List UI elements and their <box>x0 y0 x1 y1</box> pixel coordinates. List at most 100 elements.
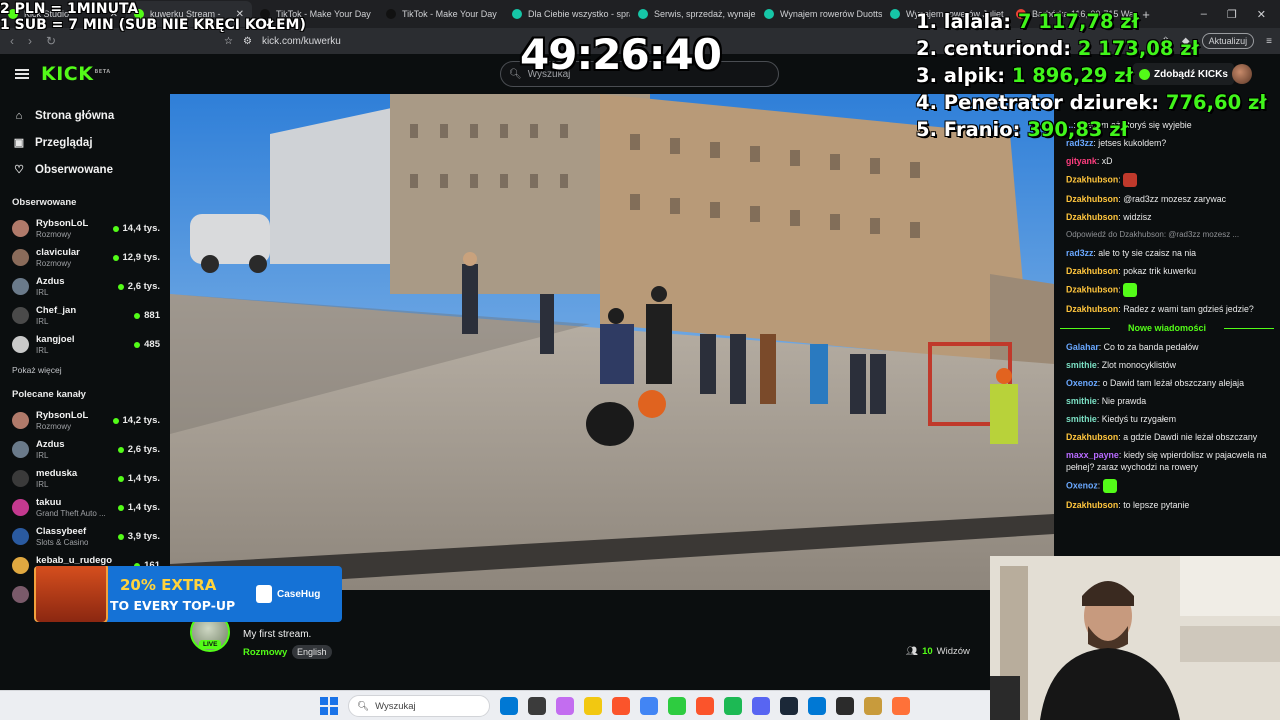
leaderboard-space <box>937 118 944 141</box>
sidebar-channel-item[interactable]: clavicular Rozmowy 12,9 tys. <box>0 243 170 272</box>
browser-tab[interactable]: TikTok - Make Your Day✕ <box>378 1 504 27</box>
chat-username[interactable]: smithie <box>1066 360 1097 370</box>
chat-username[interactable]: Galahar <box>1066 342 1099 352</box>
chat-username[interactable]: Dzakhubson <box>1066 284 1118 294</box>
chat-text: Radez z wami tam gdzieś jedzie? <box>1123 304 1254 314</box>
promo-banner[interactable]: 20% EXTRA TO EVERY TOP-UP CaseHug <box>34 566 342 622</box>
chat-message: Dzakhubson: pokaz trik kuwerku <box>1054 262 1280 280</box>
chat-emote-icon <box>1123 173 1138 187</box>
leaderboard-name: Penetrator dziurek: <box>943 91 1160 114</box>
sidebar-channel-item[interactable]: Azdus IRL 2,6 tys. <box>0 272 170 301</box>
sidebar-channel-item[interactable]: takuu Grand Theft Auto ... 1,4 tys. <box>0 493 170 522</box>
chat-username[interactable]: Dzakhubson <box>1066 432 1118 442</box>
channel-meta: Classybeef Slots & Casino <box>36 526 88 548</box>
menu-icon[interactable]: ≡ <box>1266 36 1272 47</box>
taskbar-app-icon[interactable] <box>556 697 574 715</box>
sidebar-channel-item[interactable]: kangjoel IRL 485 <box>0 330 170 359</box>
chat-username[interactable]: Oxenoz <box>1066 480 1098 490</box>
live-dot-icon <box>112 225 119 232</box>
chat-username[interactable]: smithie <box>1066 414 1097 424</box>
viewers-icon: 👥︎ <box>906 646 919 657</box>
back-icon[interactable]: ‹ <box>10 34 14 48</box>
chat-username[interactable]: Dzakhubson <box>1066 174 1118 184</box>
sidebar-channel-item[interactable]: RybsonLoL Rozmowy 14,4 tys. <box>0 214 170 243</box>
new-messages-divider: Nowe wiadomości <box>1054 318 1280 338</box>
chat-username[interactable]: rad3zz <box>1066 248 1093 258</box>
leaderboard-rank: 1. <box>916 10 937 33</box>
chat-username[interactable]: gityank <box>1066 156 1097 166</box>
chat-message: smithie: Kiedyś tu rzygałem <box>1054 410 1280 428</box>
browse-icon: ▣ <box>13 137 25 149</box>
taskbar-app-icon[interactable] <box>808 697 826 715</box>
taskbar-app-icon[interactable] <box>696 697 714 715</box>
site-info-icon[interactable]: ⚙ <box>243 36 252 47</box>
sidebar-nav-item[interactable]: ♡ Obserwowane <box>0 156 170 183</box>
chat-username[interactable]: Dzakhubson <box>1066 266 1118 276</box>
chat-username[interactable]: Dzakhubson <box>1066 194 1118 204</box>
leaderboard-row: 1. lalala: 7 117,78 zł <box>916 8 1267 35</box>
windows-start-icon[interactable] <box>320 697 338 715</box>
sidebar-channel-item[interactable]: RybsonLoL Rozmowy 14,2 tys. <box>0 406 170 435</box>
taskbar-app-icon[interactable] <box>668 697 686 715</box>
chat-username[interactable]: Dzakhubson <box>1066 212 1118 222</box>
forward-icon[interactable]: › <box>28 34 32 48</box>
reload-icon[interactable]: ↻ <box>46 34 56 48</box>
chat-reply-context: Odpowiedź do Dzakhubson: @rad3zz mozesz … <box>1066 230 1240 239</box>
browser-tab[interactable]: Dla Ciebie wszystko - spra✕ <box>504 1 630 27</box>
taskbar-app-icon[interactable] <box>752 697 770 715</box>
taskbar-app-icon[interactable] <box>528 697 546 715</box>
tab-favicon-icon <box>764 9 774 19</box>
sidebar-channel-item[interactable]: Chef_jan IRL 881 <box>0 301 170 330</box>
sidebar-nav-item[interactable]: ▣ Przeglądaj <box>0 129 170 156</box>
taskbar-app-icon[interactable] <box>864 697 882 715</box>
channel-name: kangjoel <box>36 333 75 345</box>
treasure-chest-icon <box>34 566 108 622</box>
taskbar-app-icon[interactable] <box>584 697 602 715</box>
taskbar-app-icon[interactable] <box>836 697 854 715</box>
taskbar-app-icon[interactable] <box>500 697 518 715</box>
show-more-link[interactable]: Pokaż więcej <box>0 365 170 375</box>
channel-name: meduska <box>36 467 78 479</box>
taskbar-app-icon[interactable] <box>724 697 742 715</box>
chat-username[interactable]: Dzakhubson <box>1066 500 1118 510</box>
url-field[interactable]: ☆ ⚙ kick.com/kuwerku <box>224 36 341 47</box>
tab-label: Wynajem rowerów Duotts <box>780 9 882 19</box>
leaderboard-name: alpik: <box>943 64 1006 87</box>
chat-text: ale to ty sie czaisz na nia <box>1098 248 1197 258</box>
taskbar-app-icon[interactable] <box>892 697 910 715</box>
chat-username[interactable]: smithie <box>1066 396 1097 406</box>
casehug-name: CaseHug <box>277 588 321 600</box>
channel-avatar <box>12 336 29 353</box>
stream-category-link[interactable]: Rozmowy <box>243 647 287 658</box>
sidebar-nav-label: Obserwowane <box>35 163 113 176</box>
taskbar-app-icon[interactable] <box>780 697 798 715</box>
chat-messages: ...: czekam aż ktoryś się wyjebie rad3zz:… <box>1054 116 1280 514</box>
chat-username[interactable]: maxx_payne <box>1066 450 1119 460</box>
language-tag[interactable]: English <box>292 645 332 659</box>
channel-name: Azdus <box>36 438 65 450</box>
sidebar-channel-item[interactable]: Classybeef Slots & Casino 3,9 tys. <box>0 522 170 551</box>
leaderboard-name: centuriond: <box>943 37 1071 60</box>
channel-meta: Azdus IRL <box>36 276 65 298</box>
chat-emote-icon <box>1102 479 1117 493</box>
bookmark-icon[interactable]: ☆ <box>224 36 233 47</box>
taskbar-search-input[interactable]: 🔍︎ Wyszukaj <box>348 695 490 717</box>
sidebar-channel-item[interactable]: meduska IRL 1,4 tys. <box>0 464 170 493</box>
browser-tab[interactable]: Wynajem rowerów Duotts✕ <box>756 1 882 27</box>
channel-avatar <box>12 220 29 237</box>
taskbar-app-icon[interactable] <box>612 697 630 715</box>
chat-message: smithie: Zlot monocyklistów <box>1054 356 1280 374</box>
sidebar-channel-item[interactable]: Azdus IRL 2,6 tys. <box>0 435 170 464</box>
channel-viewers: 3,9 tys. <box>117 531 160 542</box>
chat-emote-icon <box>1123 283 1138 297</box>
recommended-title: Polecane kanały <box>12 389 86 400</box>
video-player[interactable] <box>170 94 1054 590</box>
sidebar-nav-item[interactable]: ⌂ Strona główna <box>0 102 170 129</box>
hamburger-icon[interactable] <box>15 69 29 79</box>
taskbar-app-icon[interactable] <box>640 697 658 715</box>
subathon-timer: 49:26:40 <box>520 30 722 79</box>
chat-username[interactable]: Dzakhubson <box>1066 304 1118 314</box>
browser-tab[interactable]: Serwis, sprzedaż, wynajem✕ <box>630 1 756 27</box>
chat-username[interactable]: Oxenoz <box>1066 378 1098 388</box>
kick-logo[interactable]: KICKBETA <box>41 63 111 85</box>
